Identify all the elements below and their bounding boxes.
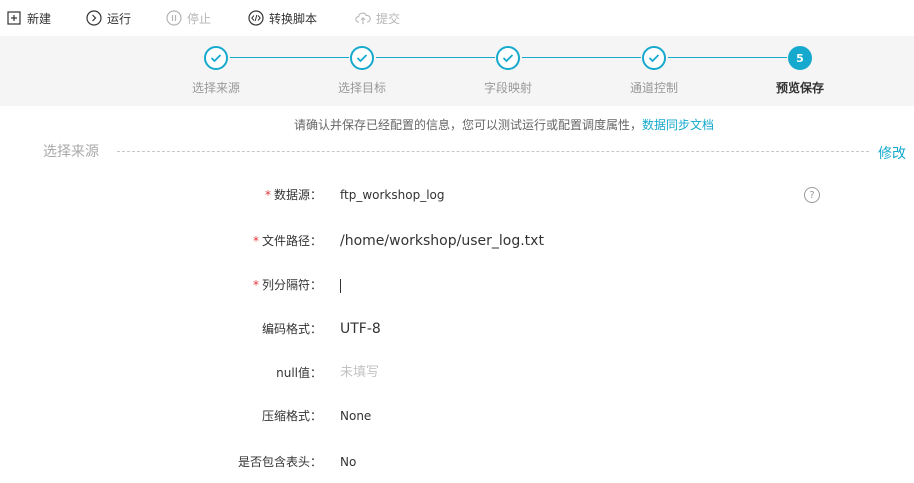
submit-button[interactable]: 提交 [355, 8, 400, 28]
stop-button[interactable]: 停止 [166, 8, 211, 28]
check-icon [350, 46, 374, 70]
compression-row: 压缩格式： None [0, 406, 914, 426]
compression-label: 压缩格式： [261, 409, 322, 423]
step-label: 选择目标 [337, 81, 386, 95]
run-icon [86, 10, 102, 26]
step-number-badge: 5 [788, 46, 812, 70]
edit-link[interactable]: 修改 [878, 143, 906, 163]
code-icon [248, 10, 264, 26]
convert-script-label: 转换脚本 [269, 11, 318, 26]
step-channel-control[interactable]: 通道控制 [604, 46, 704, 96]
null-value-placeholder: 未填写 [340, 365, 380, 380]
header-row: 是否包含表头： No [0, 452, 914, 472]
step-label: 选择来源 [191, 81, 240, 95]
steps-bar: 选择来源 选择目标 字段映射 通道控制 5 预览保存 [0, 36, 914, 106]
separator-label: * 列分隔符： [252, 278, 322, 292]
required-mark: * [252, 234, 259, 248]
step-select-target[interactable]: 选择目标 [312, 46, 412, 96]
encoding-value: UTF-8 [340, 321, 381, 337]
check-icon [204, 46, 228, 70]
data-sync-doc-link[interactable]: 数据同步文档 [642, 118, 714, 132]
header-value: No [340, 455, 357, 469]
step-label: 通道控制 [629, 81, 678, 95]
encoding-row: 编码格式： UTF-8 [0, 319, 914, 339]
encoding-label: 编码格式： [261, 322, 322, 336]
separator-row: * 列分隔符： [0, 275, 914, 295]
datasource-row: * 数据源： ftp_workshop_log ? [0, 185, 914, 205]
pause-icon [166, 10, 182, 26]
filepath-row: * 文件路径： /home/workshop/user_log.txt [0, 231, 914, 251]
text-cursor [340, 278, 341, 293]
step-preview-save[interactable]: 5 预览保存 [750, 46, 850, 96]
datasource-label: * 数据源： [264, 188, 322, 202]
filepath-value: /home/workshop/user_log.txt [340, 233, 544, 249]
step-label: 预览保存 [775, 81, 824, 95]
help-icon[interactable]: ? [804, 187, 820, 203]
separator-value[interactable] [340, 275, 341, 295]
step-field-mapping[interactable]: 字段映射 [458, 46, 558, 96]
submit-button-label: 提交 [376, 11, 401, 26]
required-mark: * [252, 278, 259, 292]
section-divider [117, 151, 869, 152]
check-icon [642, 46, 666, 70]
null-value-label: null值： [276, 366, 322, 380]
step-label: 字段映射 [483, 81, 532, 95]
toolbar: 新建 运行 停止 转换脚本 提交 [0, 0, 914, 36]
new-button-label: 新建 [27, 11, 52, 26]
info-tip: 请确认并保存已经配置的信息，您可以测试运行或配置调度属性，数据同步文档 [0, 116, 914, 133]
section-title: 选择来源 [43, 144, 99, 160]
step-select-source[interactable]: 选择来源 [166, 46, 266, 96]
required-mark: * [264, 188, 271, 202]
stop-button-label: 停止 [187, 11, 212, 26]
compression-value: None [340, 409, 372, 423]
cloud-upload-icon [355, 10, 371, 26]
run-button[interactable]: 运行 [86, 8, 131, 28]
null-value-row: null值： 未填写 [0, 363, 914, 383]
filepath-label: * 文件路径： [252, 234, 322, 248]
tip-text: 请确认并保存已经配置的信息，您可以测试运行或配置调度属性， [293, 118, 642, 132]
new-file-icon [6, 10, 22, 26]
run-button-label: 运行 [107, 11, 132, 26]
convert-script-button[interactable]: 转换脚本 [248, 8, 317, 28]
new-button[interactable]: 新建 [6, 8, 51, 28]
header-label: 是否包含表头： [237, 455, 322, 469]
datasource-value: ftp_workshop_log [340, 188, 445, 202]
check-icon [496, 46, 520, 70]
